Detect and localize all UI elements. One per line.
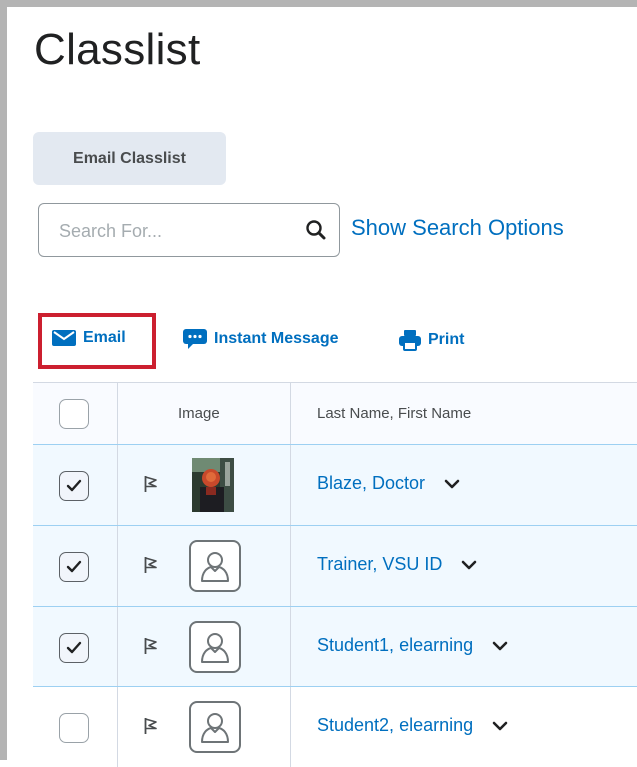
row-checkbox[interactable] [59, 713, 89, 743]
page-title: Classlist [34, 25, 201, 74]
email-action[interactable]: Email [52, 329, 126, 347]
envelope-icon [52, 329, 76, 347]
checkmark-icon [66, 560, 82, 573]
printer-icon [399, 329, 421, 351]
window-frame: Classlist Email Classlist Show Search Op… [0, 0, 637, 767]
header-select-cell [33, 383, 118, 444]
header-name-cell: Last Name, First Name [291, 383, 637, 444]
checkmark-icon [66, 479, 82, 492]
flag-icon[interactable] [144, 637, 158, 660]
select-all-checkbox[interactable] [59, 399, 89, 429]
search-icon[interactable] [304, 218, 328, 242]
print-action[interactable]: Print [399, 329, 464, 351]
row-checkbox[interactable] [59, 471, 89, 501]
user-name-link[interactable]: Trainer, VSU ID [317, 554, 477, 575]
row-image-cell [118, 607, 291, 686]
chat-bubble-icon [183, 329, 207, 349]
instant-message-action[interactable]: Instant Message [183, 329, 338, 349]
flag-icon[interactable] [144, 556, 158, 579]
row-name-cell: Blaze, Doctor [291, 445, 637, 525]
table-header-row: Image Last Name, First Name [33, 382, 637, 444]
user-name: Student2, elearning [317, 715, 474, 735]
table-row: Student1, elearning [33, 606, 637, 687]
table-row: Student2, elearning [33, 687, 637, 767]
name-column-header[interactable]: Last Name, First Name [317, 405, 471, 422]
chevron-down-icon[interactable] [444, 479, 460, 489]
table-row: Trainer, VSU ID [33, 525, 637, 606]
default-avatar[interactable] [189, 540, 241, 592]
instant-message-label: Instant Message [214, 330, 339, 347]
flag-icon[interactable] [144, 475, 158, 498]
chevron-down-icon[interactable] [492, 641, 508, 651]
row-select-cell [33, 607, 118, 686]
show-search-options-link[interactable]: Show Search Options [351, 215, 564, 241]
user-name-link[interactable]: Student2, elearning [317, 715, 508, 736]
row-select-cell [33, 687, 118, 767]
row-name-cell: Trainer, VSU ID [291, 526, 637, 606]
flag-icon[interactable] [144, 717, 158, 740]
row-name-cell: Student1, elearning [291, 607, 637, 686]
checkmark-icon [66, 641, 82, 654]
row-select-cell [33, 445, 118, 525]
user-name: Trainer, VSU ID [317, 554, 443, 574]
email-classlist-button[interactable]: Email Classlist [33, 132, 226, 185]
print-label: Print [428, 331, 465, 348]
row-name-cell: Student2, elearning [291, 687, 637, 767]
email-action-label: Email [83, 329, 126, 346]
user-icon [201, 713, 229, 743]
image-column-header: Image [178, 405, 220, 422]
user-name: Student1, elearning [317, 635, 474, 655]
chevron-down-icon[interactable] [492, 721, 508, 731]
row-checkbox[interactable] [59, 552, 89, 582]
table-row: Blaze, Doctor [33, 444, 637, 525]
row-image-cell [118, 445, 291, 525]
header-image-cell: Image [118, 383, 291, 444]
user-name: Blaze, Doctor [317, 473, 426, 493]
classlist-table: Image Last Name, First Name Blaze, Docto… [33, 382, 637, 767]
row-image-cell [118, 687, 291, 767]
user-icon [201, 552, 229, 582]
row-select-cell [33, 526, 118, 606]
default-avatar[interactable] [189, 701, 241, 753]
user-photo[interactable] [192, 458, 234, 512]
row-image-cell [118, 526, 291, 606]
chevron-down-icon[interactable] [461, 560, 477, 570]
default-avatar[interactable] [189, 621, 241, 673]
user-name-link[interactable]: Student1, elearning [317, 635, 508, 656]
user-icon [201, 633, 229, 663]
row-checkbox[interactable] [59, 633, 89, 663]
search-input[interactable] [57, 218, 291, 244]
search-box [38, 203, 340, 257]
user-name-link[interactable]: Blaze, Doctor [317, 473, 460, 494]
